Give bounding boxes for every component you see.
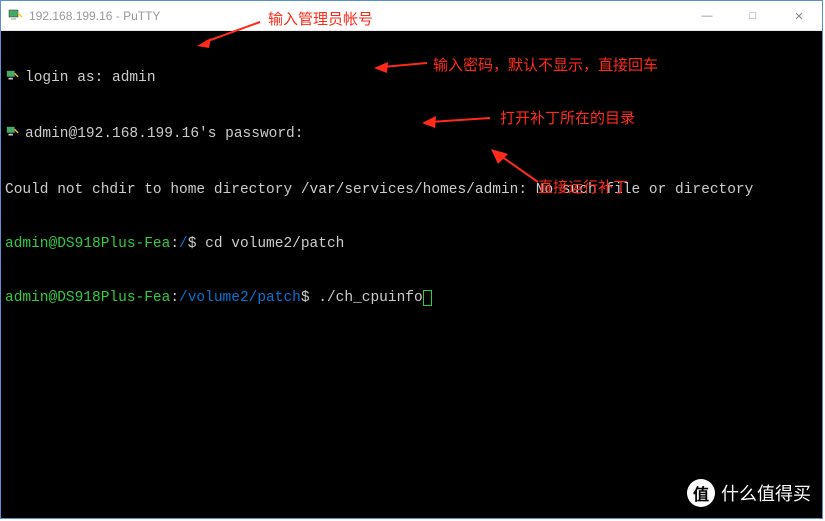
terminal-prompt-line: admin@DS918Plus-Fea:/volume2/patch$ ./ch… (5, 289, 818, 307)
command: cd volume2/patch (205, 236, 344, 252)
command: ./ch_cpuinfo (318, 290, 422, 306)
terminal-error: Could not chdir to home directory /var/s… (5, 181, 818, 199)
prompt-user: admin@DS918Plus-Fea (5, 290, 170, 306)
window-controls: — □ ✕ (684, 1, 822, 30)
terminal[interactable]: login as: admin admin@192.168.199.16's p… (1, 31, 822, 518)
password-prompt: admin@192.168.199.16's password: (25, 126, 303, 142)
prompt-user: admin@DS918Plus-Fea (5, 236, 170, 252)
login-user: admin (112, 70, 156, 86)
prompt-path: / (179, 236, 188, 252)
watermark: 值 什么值得买 (687, 479, 811, 507)
putty-window: 192.168.199.16 - PuTTY — □ ✕ login as: a… (0, 0, 823, 519)
watermark-text: 什么值得买 (721, 480, 811, 506)
window-title: 192.168.199.16 - PuTTY (29, 9, 684, 23)
putty-small-icon (5, 69, 21, 89)
terminal-cursor (423, 290, 432, 306)
prompt-path: /volume2/patch (179, 290, 301, 306)
putty-small-icon (5, 125, 21, 145)
putty-icon (7, 8, 23, 24)
titlebar: 192.168.199.16 - PuTTY — □ ✕ (1, 1, 822, 31)
close-button[interactable]: ✕ (776, 1, 822, 31)
watermark-badge: 值 (687, 479, 715, 507)
terminal-line: admin@192.168.199.16's password: (5, 125, 818, 145)
terminal-line: login as: admin (5, 69, 818, 89)
maximize-button[interactable]: □ (730, 1, 776, 31)
login-prompt: login as: (25, 70, 112, 86)
terminal-prompt-line: admin@DS918Plus-Fea:/$ cd volume2/patch (5, 235, 818, 253)
minimize-button[interactable]: — (684, 1, 730, 31)
